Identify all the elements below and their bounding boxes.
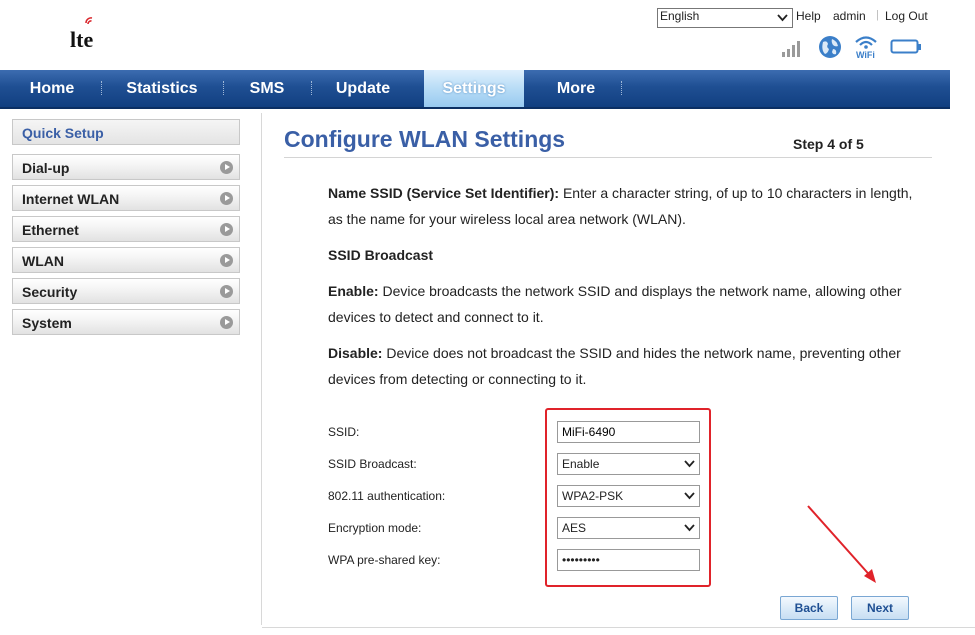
signal-strength-icon [782, 41, 800, 57]
broadcast-label: SSID Broadcast: [328, 457, 417, 471]
main-nav: Home Statistics SMS Update Settings More [0, 70, 950, 109]
wifi-icon-text: WiFi [856, 50, 875, 60]
lte-logo: lte [70, 17, 93, 52]
sidebar-item-label: Dial-up [22, 160, 70, 176]
language-value: English [660, 9, 700, 23]
chevron-down-icon [777, 14, 788, 22]
tab-statistics[interactable]: Statistics [112, 70, 212, 107]
sidebar-item-system[interactable]: System [12, 309, 240, 335]
ssid-label: SSID: [328, 425, 360, 439]
nav-separator [621, 81, 623, 95]
tab-home[interactable]: Home [12, 70, 92, 107]
disable-body: Device does not broadcast the SSID and h… [328, 345, 901, 387]
encryption-label: Encryption mode: [328, 521, 422, 535]
sidebar-item-wlan[interactable]: WLAN [12, 247, 240, 273]
tab-update[interactable]: Update [320, 70, 406, 107]
separator: | [876, 9, 879, 21]
sidebar-item-security[interactable]: Security [12, 278, 240, 304]
sidebar-item-label: Ethernet [22, 222, 79, 238]
chevron-right-icon [220, 254, 233, 267]
ssid-help-heading: Name SSID (Service Set Identifier): [328, 185, 560, 201]
highlight-box [545, 408, 711, 587]
internet-globe-icon [819, 36, 841, 58]
annotation-arrow-icon [807, 505, 876, 583]
wifi-icon: WiFi [855, 36, 877, 60]
nav-separator [223, 81, 225, 95]
sidebar-item-ethernet[interactable]: Ethernet [12, 216, 240, 242]
sidebar-item-label: System [22, 315, 72, 331]
psk-label: WPA pre-shared key: [328, 553, 441, 567]
ssid-help-text: Name SSID (Service Set Identifier): Ente… [328, 180, 918, 232]
next-button[interactable]: Next [851, 596, 909, 620]
sidebar-item-quick-setup[interactable]: Quick Setup [12, 119, 240, 145]
back-button[interactable]: Back [780, 596, 838, 620]
enable-body: Device broadcasts the network SSID and d… [328, 283, 902, 325]
chevron-right-icon [220, 285, 233, 298]
chevron-right-icon [220, 316, 233, 329]
nav-separator [101, 81, 103, 95]
disable-heading: Disable: [328, 345, 383, 361]
step-indicator: Step 4 of 5 [793, 136, 864, 152]
logo-text: lte [70, 27, 93, 52]
enable-help-text: Enable: Device broadcasts the network SS… [328, 278, 918, 330]
sidebar-item-label: WLAN [22, 253, 64, 269]
tab-settings[interactable]: Settings [424, 70, 524, 107]
user-name: admin [833, 9, 866, 23]
battery-icon [890, 39, 921, 54]
title-divider [284, 157, 932, 158]
sidebar-item-label: Internet WLAN [22, 191, 120, 207]
header: lte English Help admin | Log Out WiFi [0, 0, 975, 70]
disable-help-text: Disable: Device does not broadcast the S… [328, 340, 918, 392]
sidebar-item-label: Security [22, 284, 78, 300]
tab-sms[interactable]: SMS [232, 70, 302, 107]
sidebar-item-internet-wlan[interactable]: Internet WLAN [12, 185, 240, 211]
sidebar-item-label: Quick Setup [22, 125, 104, 141]
help-link[interactable]: Help [796, 9, 821, 23]
chevron-right-icon [220, 192, 233, 205]
language-select[interactable]: English [657, 8, 793, 28]
nav-separator [311, 81, 313, 95]
tab-more[interactable]: More [534, 70, 618, 107]
auth-label: 802.11 authentication: [328, 489, 446, 503]
chevron-right-icon [220, 223, 233, 236]
page-title: Configure WLAN Settings [284, 126, 566, 152]
logout-link[interactable]: Log Out [885, 9, 928, 23]
broadcast-heading: SSID Broadcast [328, 247, 434, 263]
bottom-divider [262, 627, 975, 628]
vertical-divider [261, 113, 262, 625]
enable-heading: Enable: [328, 283, 379, 299]
chevron-right-icon [220, 161, 233, 174]
sidebar-item-dial-up[interactable]: Dial-up [12, 154, 240, 180]
